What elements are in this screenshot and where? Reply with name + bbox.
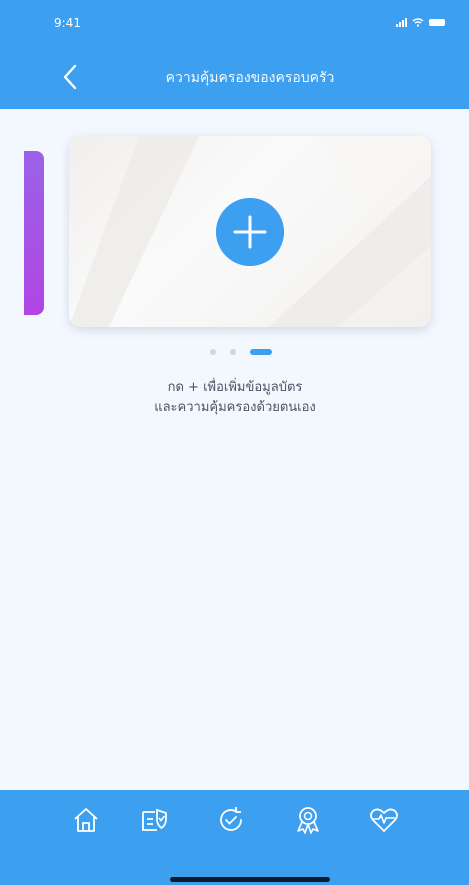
home-indicator xyxy=(170,877,330,882)
status-time: 9:41 xyxy=(54,16,81,30)
card-carousel[interactable] xyxy=(0,109,469,359)
plus-icon[interactable] xyxy=(216,198,284,266)
page-dot xyxy=(210,349,216,355)
battery-icon xyxy=(429,19,445,26)
signal-icon xyxy=(396,18,407,27)
tab-bar xyxy=(0,790,469,885)
header: 9:41 ความคุ้มครองของครอบครัว xyxy=(0,0,469,109)
hint-line-2: และความคุ้มครองด้วยตนเอง xyxy=(154,400,316,415)
wifi-icon xyxy=(412,18,424,27)
page-indicator xyxy=(210,349,272,355)
home-icon[interactable] xyxy=(70,804,102,836)
page-dot xyxy=(230,349,236,355)
page-title: ความคุ้มครองของครอบครัว xyxy=(165,70,335,86)
app-screen: 9:41 ความคุ้มครองของครอบครัว กด + เพื่อเ… xyxy=(0,0,469,885)
previous-card[interactable] xyxy=(24,151,44,315)
back-icon[interactable] xyxy=(60,63,82,91)
status-icons xyxy=(396,18,445,27)
page-dot-active xyxy=(250,349,272,355)
refresh-check-icon[interactable] xyxy=(215,804,247,836)
policy-check-icon[interactable] xyxy=(139,804,171,836)
heart-pulse-icon[interactable] xyxy=(368,804,400,836)
award-icon[interactable] xyxy=(292,804,324,836)
add-card-placeholder[interactable] xyxy=(69,136,431,327)
add-card-hint: กด + เพื่อเพิ่มข้อมูลบัตร และความคุ้มครอ… xyxy=(90,378,380,418)
hint-line-1: กด + เพื่อเพิ่มข้อมูลบัตร xyxy=(167,380,303,395)
